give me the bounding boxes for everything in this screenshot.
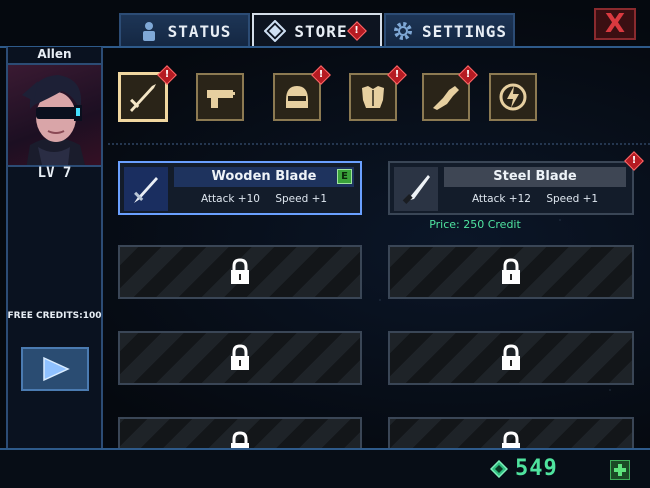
locked-slot <box>388 245 634 299</box>
free-credits-label: FREE CREDITS:100 <box>7 311 102 321</box>
item-attack: Attack +10 <box>200 193 260 205</box>
tab-store-label: STORE <box>294 21 348 41</box>
armor-icon <box>362 86 384 108</box>
close-label: X <box>604 9 626 39</box>
lock-icon <box>231 258 249 284</box>
locked-slot <box>118 245 362 299</box>
tab-settings-label: SETTINGS <box>421 21 508 41</box>
item-price: Price: 250 Credit <box>429 218 521 231</box>
category-armor[interactable] <box>349 73 397 121</box>
arm-icon <box>433 86 459 110</box>
item-speed: Speed +1 <box>546 193 599 205</box>
plus-icon <box>614 464 626 476</box>
add-credits-button[interactable] <box>610 460 630 480</box>
tab-status-label: STATUS <box>167 21 232 41</box>
item-attack: Attack +12 <box>471 193 531 205</box>
tab-status[interactable]: STATUS <box>119 13 250 47</box>
equipped-badge: E <box>337 169 352 184</box>
tab-settings[interactable]: SETTINGS <box>384 13 515 47</box>
lock-icon <box>231 344 249 370</box>
player-name: Allen <box>37 47 72 61</box>
category-sword[interactable] <box>119 73 167 121</box>
item-stats: Attack +10 Speed +1 <box>174 193 354 205</box>
play-icon <box>43 356 70 382</box>
helmet-icon <box>286 86 308 108</box>
dagger-icon <box>134 177 158 203</box>
close-button[interactable]: X <box>594 8 636 40</box>
gear-icon <box>393 22 412 40</box>
locked-slot <box>388 331 634 385</box>
credit-gem-icon <box>490 460 508 478</box>
knife-icon <box>402 175 430 204</box>
lock-icon <box>502 344 520 370</box>
item-name: Steel Blade <box>444 167 626 187</box>
energy-icon <box>499 83 527 111</box>
item-thumbnail <box>124 167 168 211</box>
lock-icon <box>502 258 520 284</box>
player-level: LV 7 <box>37 165 72 181</box>
gun-icon <box>207 90 235 108</box>
person-icon <box>142 22 155 41</box>
credit-amount: 549 <box>515 456 558 481</box>
tab-store[interactable]: STORE ! <box>252 13 382 47</box>
diamond-icon <box>264 20 287 42</box>
sword-icon <box>130 84 156 112</box>
item-name: Wooden Blade <box>174 167 354 187</box>
locked-slot <box>118 331 362 385</box>
category-energy[interactable] <box>489 73 537 121</box>
watch-video-button[interactable] <box>21 347 89 391</box>
item-card-wooden-blade[interactable]: Wooden Blade E Attack +10 Speed +1 <box>118 161 362 215</box>
item-speed: Speed +1 <box>275 193 328 205</box>
player-sidebar: Allen LV 7 FREE CREDITS:100 <box>6 47 103 448</box>
item-thumbnail <box>394 167 438 211</box>
item-stats: Attack +12 Speed +1 <box>444 193 626 205</box>
category-gun[interactable] <box>196 73 244 121</box>
item-card-steel-blade[interactable]: Steel Blade Attack +12 Speed +1 <box>388 161 634 215</box>
category-helmet[interactable] <box>273 73 321 121</box>
store-alert-badge: ! <box>346 21 367 41</box>
player-avatar <box>8 63 101 167</box>
section-divider <box>108 143 650 145</box>
